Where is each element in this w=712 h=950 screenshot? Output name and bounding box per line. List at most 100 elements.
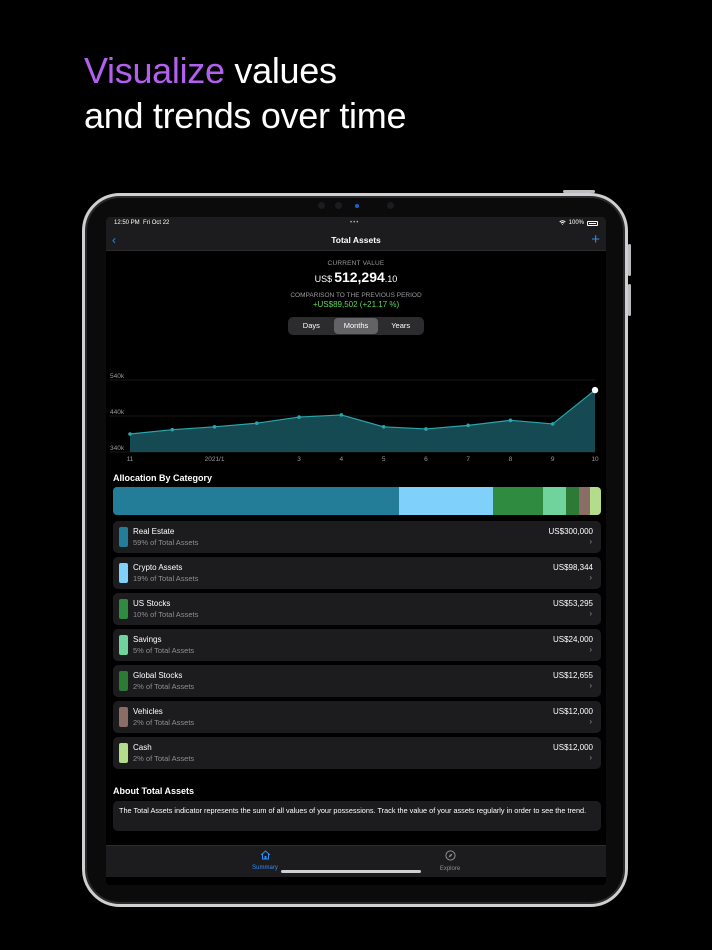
- data-point: [508, 418, 513, 423]
- headline-accent: Visualize: [84, 50, 225, 91]
- comparison-label: COMPARISON TO THE PREVIOUS PERIOD: [290, 292, 422, 299]
- allocation-segment: [566, 487, 579, 515]
- current-value-label: CURRENT VALUE: [327, 260, 385, 267]
- about-description: The Total Assets indicator represents th…: [113, 801, 601, 831]
- category-row-global-stocks[interactable]: Global Stocks 2% of Total Assets US$12,6…: [113, 665, 601, 697]
- tablet-frame: 12:50 PM Fri Oct 22 ••• 100% ‹ Total Ass…: [82, 190, 631, 907]
- allocation-segment: [543, 487, 567, 515]
- headline-rest: values: [224, 50, 337, 91]
- data-point: [297, 415, 301, 419]
- category-swatch: [119, 671, 128, 691]
- category-name: Global Stocks: [133, 671, 183, 680]
- segment-months[interactable]: Months: [333, 318, 379, 334]
- about-title: About Total Assets: [113, 786, 195, 796]
- category-percent: 5% of Total Assets: [133, 646, 195, 655]
- category-list: Real Estate 59% of Total Assets US$300,0…: [113, 521, 601, 773]
- data-point: [339, 413, 344, 417]
- category-percent: 2% of Total Assets: [133, 718, 195, 727]
- category-row-cash[interactable]: Cash 2% of Total Assets US$12,000 ›: [113, 737, 601, 769]
- x-tick-label: 9: [551, 456, 555, 463]
- selected-point: [591, 386, 599, 394]
- currency: US$: [314, 274, 333, 284]
- sensor: [335, 202, 342, 209]
- category-amount: US$12,000: [552, 707, 593, 716]
- x-tick-label: 4: [340, 456, 344, 463]
- category-swatch: [119, 563, 128, 583]
- category-amount: US$300,000: [548, 527, 593, 536]
- volume-down-button: [628, 284, 631, 316]
- back-chevron-icon[interactable]: ‹: [112, 233, 116, 247]
- data-point: [424, 427, 428, 431]
- category-amount: US$98,344: [552, 563, 593, 572]
- tab-explore-label: Explore: [439, 866, 461, 872]
- allocation-title: Allocation By Category: [113, 473, 213, 483]
- add-icon[interactable]: +: [591, 231, 600, 248]
- x-tick-label: 10: [591, 456, 599, 463]
- chevron-right-icon: ›: [589, 645, 592, 654]
- wifi-icon: [558, 219, 566, 227]
- sensor: [318, 202, 325, 209]
- category-percent: 19% of Total Assets: [133, 574, 199, 583]
- category-swatch: [119, 599, 128, 619]
- y-tick-label: 540k: [110, 373, 125, 380]
- y-tick-label: 440k: [110, 409, 125, 416]
- data-point: [466, 423, 470, 428]
- category-name: US Stocks: [133, 599, 171, 608]
- amount: 512,294: [334, 269, 385, 285]
- chevron-right-icon: ›: [589, 537, 592, 546]
- category-percent: 2% of Total Assets: [133, 682, 195, 691]
- house-icon: [235, 850, 295, 864]
- allocation-segment: [589, 487, 601, 515]
- category-name: Cash: [133, 743, 152, 752]
- home-indicator: [281, 870, 421, 873]
- x-tick-label: 3: [297, 456, 301, 463]
- category-amount: US$24,000: [552, 635, 593, 644]
- navigation-bar: ‹ Total Assets +: [106, 229, 606, 251]
- camera-dot: [355, 204, 359, 208]
- category-swatch: [119, 527, 128, 547]
- data-point: [381, 425, 386, 429]
- multitask-dots[interactable]: •••: [350, 220, 359, 226]
- data-point: [170, 427, 175, 432]
- comparison-change: +US$89,502 (+21.17 %): [312, 300, 400, 309]
- status-bar: 12:50 PM Fri Oct 22 ••• 100%: [106, 217, 606, 229]
- status-time: 12:50 PM: [114, 220, 140, 226]
- category-row-crypto-assets[interactable]: Crypto Assets 19% of Total Assets US$98,…: [113, 557, 601, 589]
- tab-explore[interactable]: Explore: [420, 850, 480, 872]
- tab-summary[interactable]: Summary: [235, 850, 295, 871]
- volume-up-button: [628, 244, 631, 276]
- category-amount: US$12,655: [552, 671, 593, 680]
- segment-years[interactable]: Years: [378, 318, 423, 334]
- tab-bar: Summary Explore: [106, 845, 606, 877]
- segment-days[interactable]: Days: [289, 318, 334, 334]
- category-row-us-stocks[interactable]: US Stocks 10% of Total Assets US$53,295 …: [113, 593, 601, 625]
- allocation-bar: [113, 487, 601, 515]
- headline-line2: and trends over time: [84, 95, 407, 136]
- x-tick-label: 5: [382, 456, 386, 463]
- sensor: [387, 202, 394, 209]
- chevron-right-icon: ›: [589, 717, 592, 726]
- category-percent: 59% of Total Assets: [133, 538, 199, 547]
- headline: Visualize values and trends over time: [84, 48, 406, 138]
- current-value: US$ 512,294.10: [106, 269, 606, 285]
- category-row-vehicles[interactable]: Vehicles 2% of Total Assets US$12,000 ›: [113, 701, 601, 733]
- category-row-savings[interactable]: Savings 5% of Total Assets US$24,000 ›: [113, 629, 601, 661]
- category-row-real-estate[interactable]: Real Estate 59% of Total Assets US$300,0…: [113, 521, 601, 553]
- app-screen: 12:50 PM Fri Oct 22 ••• 100% ‹ Total Ass…: [106, 217, 606, 885]
- allocation-segment: [578, 487, 590, 515]
- x-tick-label: 8: [509, 456, 513, 463]
- category-percent: 2% of Total Assets: [133, 754, 195, 763]
- allocation-segment: [113, 487, 399, 515]
- category-name: Savings: [133, 635, 162, 644]
- chevron-right-icon: ›: [589, 681, 592, 690]
- current-value-block: CURRENT VALUE US$ 512,294.10 COMPARISON T…: [106, 260, 606, 309]
- category-name: Real Estate: [133, 527, 175, 536]
- data-point: [128, 432, 132, 436]
- category-name: Vehicles: [133, 707, 163, 716]
- category-percent: 10% of Total Assets: [133, 610, 199, 619]
- period-segmented-control: Days Months Years: [288, 317, 424, 335]
- data-point: [212, 425, 217, 429]
- data-point: [550, 422, 555, 426]
- page-title: Total Assets: [331, 234, 381, 245]
- value-chart[interactable]: 540k 440k 340k11 2021/1 3 4 5 6 7 8 9 10: [106, 357, 606, 469]
